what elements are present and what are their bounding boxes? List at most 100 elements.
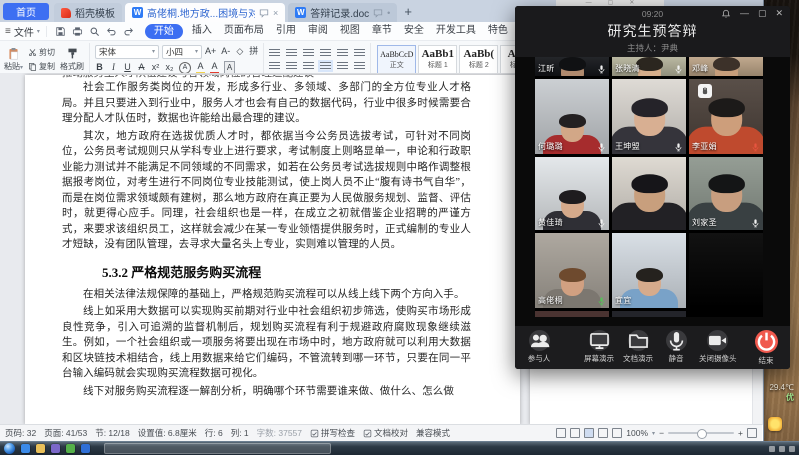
meeting-button-docshare[interactable]: 文档演示: [623, 330, 653, 364]
numbered-list-icon[interactable]: [286, 49, 297, 57]
bell-icon[interactable]: [721, 9, 731, 19]
justify-icon[interactable]: [320, 62, 331, 70]
redo-icon[interactable]: [123, 26, 134, 37]
format-painter-button[interactable]: 格式刷: [60, 47, 84, 72]
end-meeting-button[interactable]: 结束: [752, 330, 780, 366]
eye-protect-view-icon[interactable]: [570, 428, 580, 438]
page-view-icon[interactable]: [584, 428, 594, 438]
copy-button[interactable]: 复制: [28, 61, 55, 72]
ribbon-tab-安全[interactable]: 安全: [398, 22, 430, 40]
tab-home[interactable]: 首页: [3, 3, 49, 20]
style-preset[interactable]: AaBb1标题 1: [418, 45, 457, 74]
print-preview-icon[interactable]: [89, 26, 100, 37]
ribbon-tab-审阅[interactable]: 审阅: [302, 22, 334, 40]
shading-icon[interactable]: [354, 62, 365, 70]
proofread-button[interactable]: 文档校对: [363, 427, 408, 439]
format-tool-icon[interactable]: x²: [151, 62, 160, 73]
format-tool-icon[interactable]: x₂: [165, 62, 174, 73]
meeting-button-screen[interactable]: 屏幕演示: [584, 330, 614, 364]
align-left-icon[interactable]: [269, 62, 280, 70]
font-tool-icon[interactable]: 拼: [249, 46, 258, 57]
outline-view-icon[interactable]: [612, 428, 622, 438]
font-tool-icon[interactable]: ◇: [235, 46, 244, 57]
sort-icon[interactable]: [354, 49, 365, 57]
video-tile[interactable]: 张晓清: [612, 57, 686, 76]
align-center-icon[interactable]: [286, 62, 297, 70]
taskbar-open-window[interactable]: [104, 443, 331, 454]
format-tool-icon[interactable]: U: [123, 62, 132, 73]
ribbon-tab-特色[interactable]: 特色: [482, 22, 514, 40]
close-tab-icon[interactable]: ×: [273, 8, 278, 18]
new-tab-button[interactable]: +: [404, 4, 412, 19]
cut-button[interactable]: 剪切: [28, 47, 55, 58]
ribbon-tab-开发工具[interactable]: 开发工具: [430, 22, 482, 40]
format-tool-icon[interactable]: B: [95, 62, 104, 73]
zoom-caret-icon[interactable]: ▾: [652, 430, 655, 437]
app-blue-icon[interactable]: [81, 444, 90, 453]
close-button[interactable]: ✕: [775, 8, 783, 19]
bullet-list-icon[interactable]: [269, 49, 280, 57]
font-size-select[interactable]: 小四▾: [162, 45, 202, 59]
ribbon-tab-页面布局[interactable]: 页面布局: [218, 22, 270, 40]
undo-icon[interactable]: [106, 26, 117, 37]
meeting-button-mic[interactable]: 静音: [662, 330, 690, 364]
video-tile[interactable]: 邓峰: [689, 57, 763, 76]
tab-menu-icon[interactable]: •: [387, 8, 390, 18]
start-button[interactable]: [4, 443, 15, 454]
video-tile[interactable]: [689, 233, 763, 308]
line-spacing-icon[interactable]: [337, 62, 348, 70]
ribbon-tab-引用[interactable]: 引用: [270, 22, 302, 40]
video-tile[interactable]: 何璐璐: [535, 79, 609, 154]
web-view-icon[interactable]: [598, 428, 608, 438]
text-direction-icon[interactable]: [337, 49, 348, 57]
video-tile[interactable]: 高佬桐: [535, 233, 609, 308]
app-green-icon[interactable]: [66, 444, 75, 453]
comment-icon[interactable]: [373, 8, 383, 18]
ribbon-tab-开始[interactable]: 开始: [145, 24, 183, 39]
media-icon[interactable]: [51, 444, 60, 453]
paste-button[interactable]: 粘贴▾: [4, 47, 23, 72]
document-page[interactable]: 推动服务型人才队伍建设与各领域岗位的合理适配建议社会工作服务类岗位的开发，形成多…: [25, 75, 520, 425]
format-tool-icon[interactable]: A: [179, 62, 191, 74]
document-tab[interactable]: 高佬桐.地方政...困境与对策研究×: [125, 3, 285, 22]
video-tile[interactable]: [612, 157, 686, 230]
document-tab[interactable]: 答辩记录.doc•: [288, 3, 397, 22]
tab-docer[interactable]: 稻壳模板: [54, 3, 122, 22]
comment-icon[interactable]: [259, 8, 269, 18]
zoom-level[interactable]: 100%: [626, 428, 648, 438]
font-name-select[interactable]: 宋体▾: [95, 45, 159, 59]
format-tool-icon[interactable]: A: [137, 62, 146, 73]
fit-page-icon[interactable]: [747, 428, 757, 438]
style-preset[interactable]: AaBb(标题 2: [459, 45, 498, 74]
style-preset[interactable]: AaBbCcD正文: [377, 45, 416, 74]
zoom-out-button[interactable]: −: [659, 428, 664, 438]
video-tile[interactable]: 江昕: [535, 57, 609, 76]
minimize-button[interactable]: —: [740, 8, 749, 19]
desktop-shortcut-icon[interactable]: [768, 417, 782, 431]
increase-indent-icon[interactable]: [320, 49, 331, 57]
decrease-indent-icon[interactable]: [303, 49, 314, 57]
format-tool-icon[interactable]: I: [109, 62, 118, 73]
ribbon-tab-插入[interactable]: 插入: [186, 22, 218, 40]
system-tray[interactable]: [769, 446, 795, 452]
ribbon-tab-章节[interactable]: 章节: [366, 22, 398, 40]
video-tile[interactable]: 刘家圣: [689, 157, 763, 230]
video-tile[interactable]: 宜宜: [612, 233, 686, 308]
font-tool-icon[interactable]: A-: [221, 46, 230, 57]
spell-check-button[interactable]: 拼写检查: [310, 427, 355, 439]
zoom-slider-knob[interactable]: [697, 429, 707, 439]
browser-icon[interactable]: [21, 444, 30, 453]
meeting-button-camera[interactable]: 关闭摄像头: [699, 330, 737, 364]
video-tile[interactable]: 李亚娟: [689, 79, 763, 154]
zoom-in-button[interactable]: +: [738, 428, 743, 438]
maximize-button[interactable]: ▢: [758, 8, 767, 19]
align-right-icon[interactable]: [303, 62, 314, 70]
zoom-slider[interactable]: [668, 432, 734, 434]
folder-icon[interactable]: [36, 444, 45, 453]
print-icon[interactable]: [72, 26, 83, 37]
fullscreen-view-icon[interactable]: [556, 428, 566, 438]
file-menu[interactable]: ≡ 文件 ▾: [5, 24, 40, 39]
font-tool-icon[interactable]: A+: [205, 46, 216, 57]
video-tile[interactable]: 黄佳琦: [535, 157, 609, 230]
meeting-button-people[interactable]: 参与人: [525, 330, 553, 364]
